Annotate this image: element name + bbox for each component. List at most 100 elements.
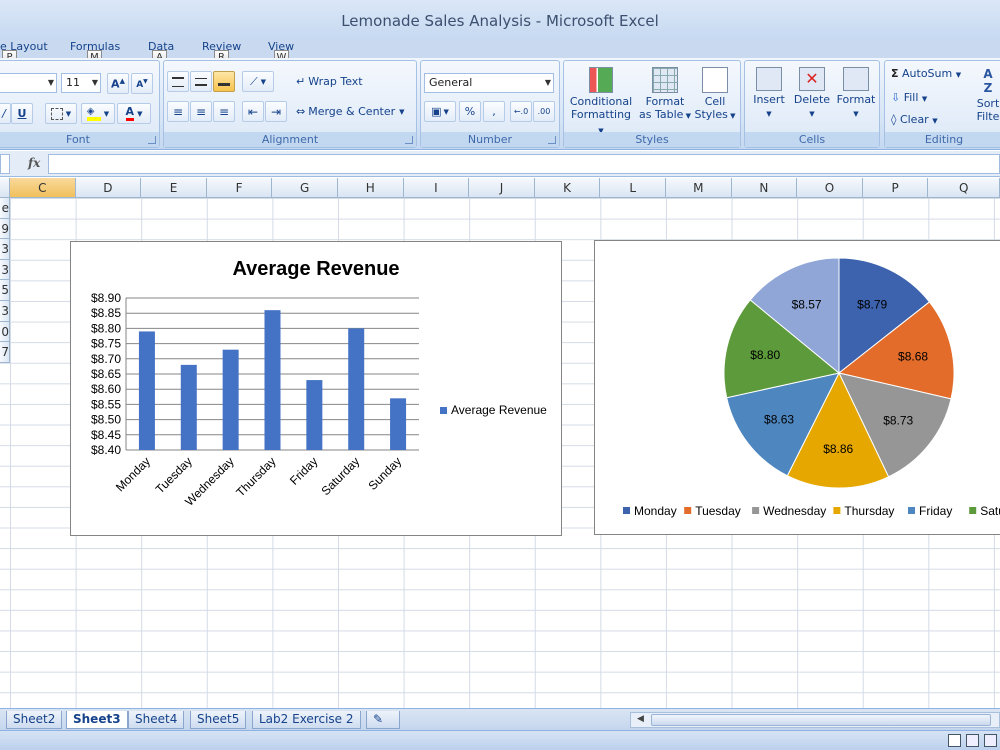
column-header-d[interactable]: D xyxy=(75,178,142,198)
column-header-l[interactable]: L xyxy=(600,178,666,198)
autosum-button[interactable]: Σ AutoSum ▼ xyxy=(891,67,961,80)
font-size-combo[interactable]: 11 ▼ xyxy=(61,73,101,93)
sort-filter-button[interactable]: AZ Sort Filte xyxy=(971,67,1000,123)
underline-button[interactable]: U xyxy=(11,103,33,124)
number-format-combo[interactable]: General ▼ xyxy=(424,73,554,93)
insert-icon xyxy=(756,67,782,91)
column-header-m[interactable]: M xyxy=(666,178,732,198)
decrease-indent-button[interactable]: ⇤ xyxy=(242,101,264,122)
bar-chart[interactable]: Average Revenue Monday Tuesday Wednesday Th… xyxy=(70,241,562,536)
align-center-button[interactable]: ≡ xyxy=(190,101,212,122)
sheet-tab[interactable]: Sheet2 xyxy=(6,711,63,729)
font-color-button[interactable]: A ▼ xyxy=(117,103,151,124)
sheet-tab[interactable]: Sheet4 xyxy=(128,711,185,729)
font-color-icon: A xyxy=(125,106,135,121)
format-cells-button[interactable]: Format ▼ xyxy=(835,67,877,121)
y-tick-label: $8.75 xyxy=(91,337,121,351)
y-tick-label: $8.90 xyxy=(91,291,121,305)
cell-styles-button[interactable]: Cell Styles ▼ xyxy=(692,67,738,123)
sheet-tab[interactable]: Sheet5 xyxy=(190,711,247,729)
y-tick-label: $8.70 xyxy=(91,352,121,366)
decrease-decimal-button[interactable]: .00 xyxy=(533,101,555,122)
column-header-g[interactable]: G xyxy=(272,178,338,198)
dialog-launcher-icon[interactable] xyxy=(148,136,156,144)
grow-font-button[interactable]: A▲ xyxy=(107,73,129,94)
format-as-table-button[interactable]: Format as Table ▼ xyxy=(638,67,692,123)
chevron-down-icon: ▼ xyxy=(443,107,449,116)
fx-icon[interactable]: fx xyxy=(28,156,40,170)
scroll-left-icon[interactable]: ◀ xyxy=(637,714,644,724)
chevron-down-icon: ▼ xyxy=(47,78,54,87)
bar[interactable] xyxy=(264,310,281,450)
shrink-font-button[interactable]: A▼ xyxy=(131,73,153,94)
merge-center-button[interactable]: ⇔ Merge & Center ▼ xyxy=(292,101,412,122)
align-left-button[interactable]: ≡ xyxy=(167,101,189,122)
bottom-align-button[interactable] xyxy=(213,71,235,92)
page-layout-view-icon[interactable] xyxy=(966,734,979,747)
chevron-down-icon: ▼ xyxy=(65,109,72,118)
percent-style-button[interactable]: % xyxy=(459,101,481,122)
bar[interactable] xyxy=(222,349,239,450)
scroll-thumb[interactable] xyxy=(651,714,991,726)
accounting-format-button[interactable]: ▣ ▼ xyxy=(424,101,456,122)
align-right-button[interactable]: ≡ xyxy=(213,101,235,122)
sheet-tab-active[interactable]: Sheet3 xyxy=(66,711,128,729)
bar[interactable] xyxy=(138,331,155,450)
top-align-button[interactable] xyxy=(167,71,189,92)
ribbon: ▼ 11 ▼ A▲ A▼ / U ▼ ◈ ▼ A ▼ Font ⟋ ▼ ≡ ≡ ≡ ⇤ … xyxy=(0,58,1000,150)
font-name-combo[interactable]: ▼ xyxy=(0,73,57,93)
formula-input[interactable] xyxy=(48,154,1000,174)
chevron-down-icon: ▼ xyxy=(955,71,962,79)
legend-label: Saturday xyxy=(980,504,1000,518)
increase-indent-button[interactable]: ⇥ xyxy=(265,101,287,122)
align-left-icon: ≡ xyxy=(172,104,184,119)
name-box-fragment[interactable] xyxy=(0,154,10,174)
styles-group-label: Styles xyxy=(564,132,740,147)
column-header-e[interactable]: E xyxy=(141,178,207,198)
insert-sheet-button[interactable]: ✎ xyxy=(366,711,400,729)
dialog-launcher-icon[interactable] xyxy=(405,136,413,144)
column-header-f[interactable]: F xyxy=(206,178,273,198)
orientation-button[interactable]: ⟋ ▼ xyxy=(242,71,274,92)
column-header-i[interactable]: I xyxy=(403,178,470,198)
borders-button[interactable]: ▼ xyxy=(45,103,77,124)
wrap-text-button[interactable]: ↵ Wrap Text xyxy=(292,71,372,92)
fill-color-button[interactable]: ◈ ▼ xyxy=(81,103,115,124)
middle-align-button[interactable] xyxy=(190,71,212,92)
bar[interactable] xyxy=(390,398,407,450)
clear-button[interactable]: ◊ Clear ▼ xyxy=(891,113,938,126)
delete-cells-button[interactable]: ✕ Delete ▼ xyxy=(791,67,833,121)
conditional-formatting-button[interactable]: Conditional Formatting ▼ xyxy=(568,67,634,138)
chevron-down-icon: ▼ xyxy=(399,107,405,116)
horizontal-scrollbar[interactable]: ◀ xyxy=(630,712,1000,728)
pie-chart[interactable]: $8.79 $8.68 $8.73 $8.86 $8.63 $8.80 $8.57 Mond… xyxy=(594,240,1000,535)
bar[interactable] xyxy=(348,328,365,450)
italic-button[interactable]: / xyxy=(0,103,11,124)
column-header-h[interactable]: H xyxy=(338,178,404,198)
insert-cells-button[interactable]: Insert ▼ xyxy=(749,67,789,121)
column-header-p[interactable]: P xyxy=(862,178,929,198)
select-all-corner[interactable] xyxy=(0,178,10,198)
page-break-view-icon[interactable] xyxy=(984,734,997,747)
legend-swatch xyxy=(684,507,692,514)
bar[interactable] xyxy=(180,364,197,450)
column-header-j[interactable]: J xyxy=(469,178,535,198)
fill-button[interactable]: ⇩ Fill ▼ xyxy=(891,91,927,104)
bar[interactable] xyxy=(306,380,323,450)
column-header-q[interactable]: Q xyxy=(928,178,1000,198)
dialog-launcher-icon[interactable] xyxy=(548,136,556,144)
styles-label: Styles xyxy=(694,108,728,121)
column-header-k[interactable]: K xyxy=(534,178,601,198)
comma-style-button[interactable]: , xyxy=(483,101,505,122)
increase-decimal-button[interactable]: ←.0 xyxy=(510,101,532,122)
autosum-label: AutoSum xyxy=(902,67,953,80)
column-header-o[interactable]: O xyxy=(797,178,863,198)
normal-view-icon[interactable] xyxy=(948,734,961,747)
column-header-n[interactable]: N xyxy=(731,178,798,198)
sheet-tab[interactable]: Lab2 Exercise 2 xyxy=(252,711,361,729)
styles-group: Conditional Formatting ▼ Format as Table… xyxy=(563,60,741,148)
column-header-c[interactable]: C xyxy=(10,178,76,198)
top-align-icon xyxy=(172,76,184,87)
italic-icon: / xyxy=(2,107,6,120)
legend-swatch xyxy=(969,507,977,514)
